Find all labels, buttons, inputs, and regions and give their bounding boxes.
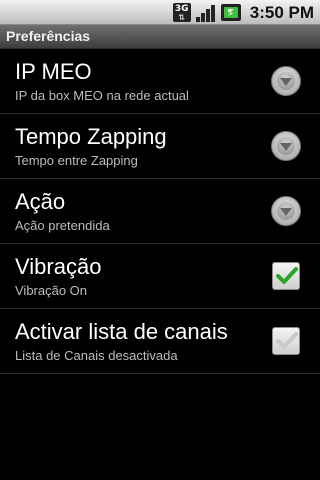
- preference-lista-canais[interactable]: Activar lista de canais Lista de Canais …: [0, 309, 320, 374]
- preference-title: Tempo Zapping: [15, 124, 167, 149]
- lista-canais-checkbox[interactable]: [272, 327, 300, 355]
- dropdown-icon[interactable]: [271, 66, 301, 96]
- checkmark-icon: [276, 332, 298, 349]
- checkmark-icon: [276, 267, 298, 284]
- title-bar: Preferências: [0, 25, 320, 49]
- preference-title: Ação: [15, 189, 66, 214]
- preferences-list: IP MEO IP da box MEO na rede actual Temp…: [0, 49, 320, 374]
- preference-title: Vibração: [15, 254, 102, 279]
- preference-ip-meo[interactable]: IP MEO IP da box MEO na rede actual: [0, 49, 320, 114]
- preference-summary: Lista de Canais desactivada: [15, 348, 178, 363]
- preference-summary: Vibração On: [15, 283, 88, 298]
- vibracao-checkbox[interactable]: [272, 262, 300, 290]
- data-arrows-icon: ⇅: [178, 13, 186, 22]
- preference-title: Activar lista de canais: [15, 319, 228, 344]
- preference-summary: Tempo entre Zapping: [15, 153, 138, 168]
- signal-icon: [195, 3, 216, 22]
- preference-summary: Ação pretendida: [15, 218, 110, 233]
- preference-acao[interactable]: Ação Ação pretendida: [0, 179, 320, 244]
- dropdown-icon[interactable]: [271, 196, 301, 226]
- dropdown-icon[interactable]: [271, 131, 301, 161]
- 3g-icon: 3G ⇅: [172, 3, 191, 22]
- page-title: Preferências: [6, 28, 91, 44]
- status-icons: 3G ⇅ 3:50 PM: [172, 2, 314, 23]
- preference-vibracao[interactable]: Vibração Vibração On: [0, 244, 320, 309]
- battery-icon: [220, 4, 241, 21]
- clock: 3:50 PM: [249, 2, 314, 22]
- preference-tempo-zapping[interactable]: Tempo Zapping Tempo entre Zapping: [0, 114, 320, 179]
- preference-summary: IP da box MEO na rede actual: [15, 88, 189, 103]
- status-bar: 3G ⇅ 3:50 PM: [0, 0, 320, 25]
- preference-title: IP MEO: [15, 59, 92, 84]
